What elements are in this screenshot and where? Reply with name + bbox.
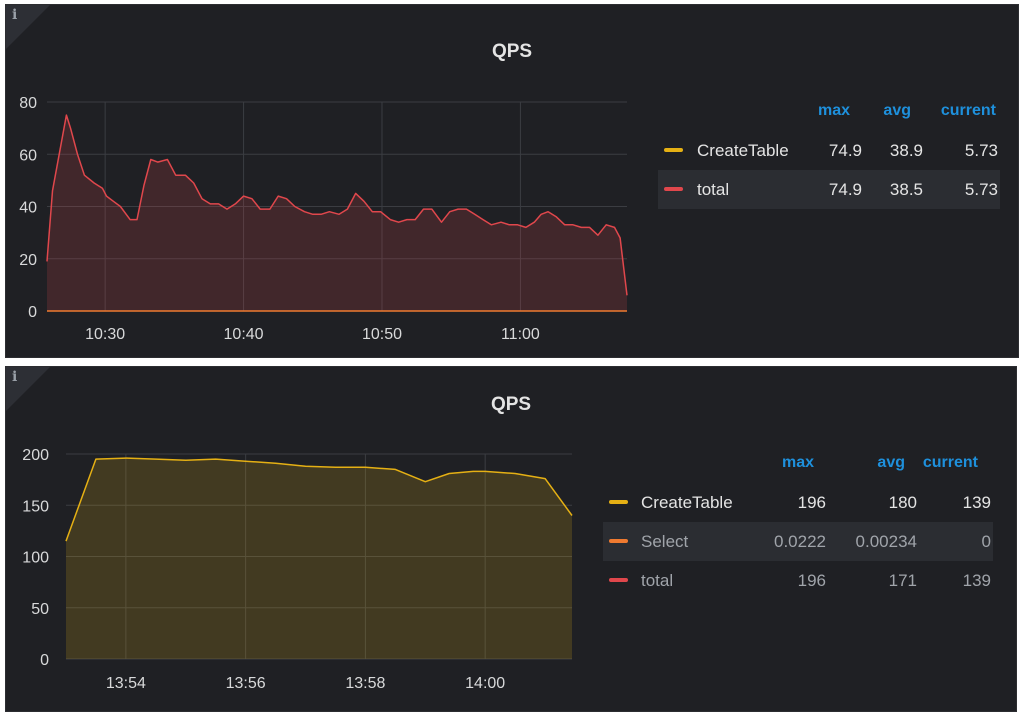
x-tick-label: 10:30 — [85, 326, 125, 343]
legend-row-createtable[interactable]: CreateTable 74.9 38.9 5.73 — [658, 131, 1000, 170]
legend-value-max: 0.0222 — [774, 532, 826, 551]
legend-value-current: 139 — [962, 571, 991, 590]
x-tick-label: 13:58 — [345, 675, 385, 692]
legend-row-createtable[interactable]: CreateTable 196 180 139 — [603, 483, 993, 522]
y-tick-label: 50 — [31, 601, 49, 618]
x-tick-label: 14:00 — [465, 675, 505, 692]
legend-color-swatch[interactable] — [609, 578, 628, 582]
legend-value-max: 196 — [797, 571, 826, 590]
legend-value-avg: 171 — [888, 571, 917, 590]
y-tick-label: 200 — [22, 447, 49, 464]
legend-row-total[interactable]: total 196 171 139 — [603, 561, 993, 600]
panel-qps-2: i QPS 0 50 100 150 200 13:54 13:56 13:58 14:00 m… — [5, 366, 1017, 712]
y-tick-label: 150 — [22, 498, 49, 515]
legend-value-avg: 0.00234 — [855, 532, 917, 551]
legend-header-avg[interactable]: avg — [883, 102, 911, 120]
x-tick-label: 11:00 — [501, 326, 540, 343]
legend-value-current: 139 — [962, 493, 991, 512]
legend-header: max avg current — [658, 92, 1000, 131]
legend-value-avg: 38.9 — [889, 141, 923, 160]
legend-value-max: 74.9 — [828, 141, 862, 160]
y-tick-label: 100 — [22, 550, 49, 567]
panel-qps-1: i QPS 0 20 40 60 80 10:30 10:40 10:50 11:00 max … — [5, 4, 1019, 358]
x-tick-label: 13:54 — [106, 675, 146, 692]
legend-row-select[interactable]: Select 0.0222 0.00234 0 — [603, 522, 993, 561]
legend-table-2: max avg current CreateTable 196 180 139 … — [603, 444, 993, 600]
legend-color-swatch[interactable] — [609, 539, 628, 543]
legend-value-current: 5.73 — [964, 180, 998, 199]
legend-row-total[interactable]: total 74.9 38.5 5.73 — [658, 170, 1000, 209]
x-tick-label: 10:40 — [224, 326, 264, 343]
y-tick-label: 20 — [19, 252, 37, 269]
legend-header-max[interactable]: max — [782, 454, 814, 472]
legend-header-current[interactable]: current — [923, 454, 978, 472]
legend-header-avg[interactable]: avg — [877, 454, 905, 472]
y-tick-label: 80 — [19, 95, 37, 112]
legend-table-1: max avg current CreateTable 74.9 38.9 5.… — [658, 92, 1000, 209]
y-tick-label: 60 — [19, 147, 37, 164]
legend-series-name[interactable]: Select — [641, 532, 688, 552]
x-tick-label: 10:50 — [362, 326, 402, 343]
legend-header-current[interactable]: current — [941, 102, 996, 120]
legend-value-max: 196 — [797, 493, 826, 512]
legend-value-max: 74.9 — [828, 180, 862, 199]
y-tick-label: 0 — [40, 652, 49, 669]
legend-value-avg: 180 — [888, 493, 917, 512]
legend-series-name[interactable]: CreateTable — [697, 141, 789, 161]
legend-series-name[interactable]: total — [697, 180, 729, 200]
legend-color-swatch[interactable] — [664, 187, 683, 191]
legend-header: max avg current — [603, 444, 993, 483]
series-area-createtable — [66, 458, 572, 659]
legend-value-avg: 38.5 — [889, 180, 923, 199]
legend-header-max[interactable]: max — [818, 102, 850, 120]
y-tick-label: 0 — [28, 304, 37, 321]
legend-series-name[interactable]: CreateTable — [641, 493, 733, 513]
x-tick-label: 13:56 — [226, 675, 266, 692]
legend-value-current: 5.73 — [964, 141, 998, 160]
legend-series-name[interactable]: total — [641, 571, 673, 591]
legend-value-current: 0 — [981, 532, 991, 551]
legend-color-swatch[interactable] — [664, 148, 683, 152]
y-tick-label: 40 — [19, 200, 37, 217]
legend-color-swatch[interactable] — [609, 500, 628, 504]
